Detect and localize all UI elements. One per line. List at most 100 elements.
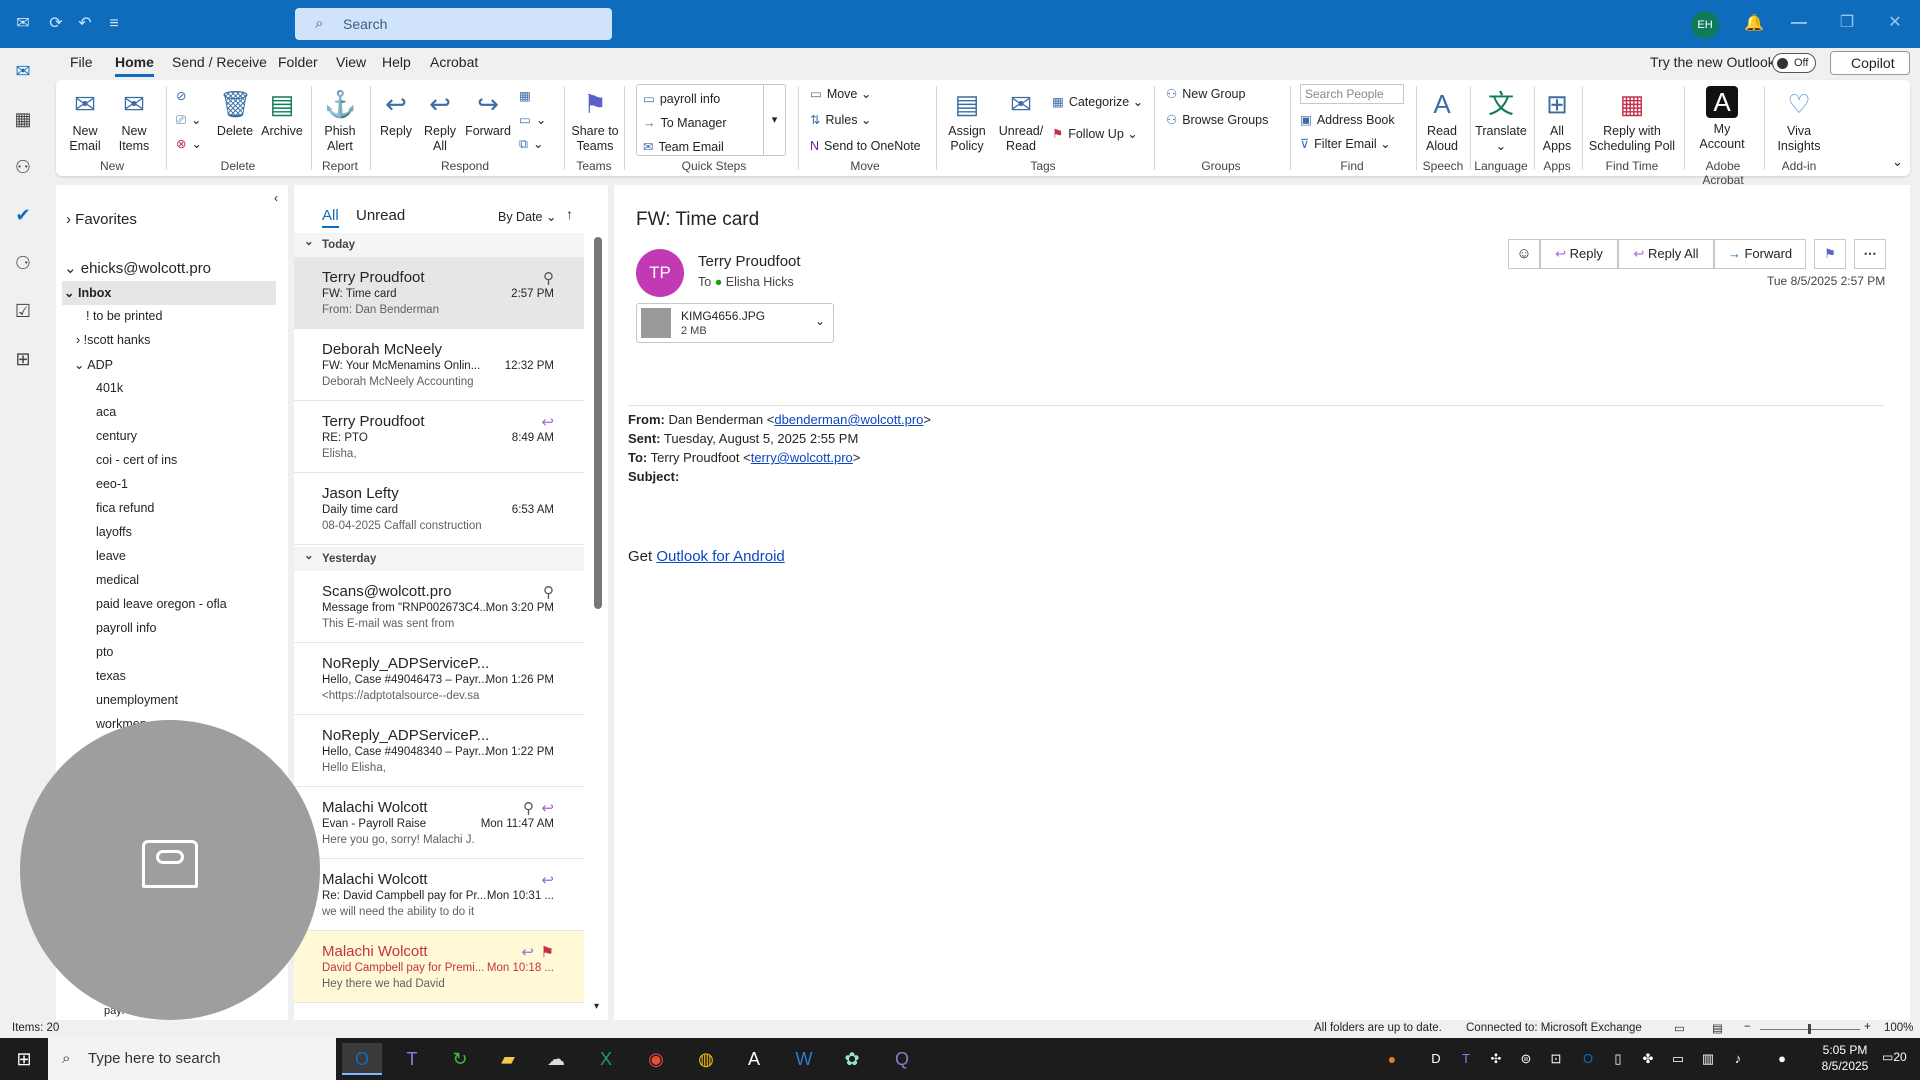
collapse-pane-icon[interactable]: ‹ [274,191,278,205]
tray-teams-icon[interactable]: T [1454,1043,1478,1075]
collapse-ribbon-icon[interactable]: ⌄ [1892,154,1903,170]
folder-item[interactable]: 401k [96,381,123,395]
taskbar-clock[interactable]: 5:05 PM 8/5/2025 [1810,1042,1880,1074]
zoom-in-icon[interactable]: + [1864,1021,1871,1033]
folder-item[interactable]: layoffs [96,525,132,539]
read-aloud-button[interactable]: A Read Aloud [1420,88,1464,154]
notification-center-icon[interactable]: ▭20 [1882,1050,1907,1064]
favorites-header[interactable]: › Favorites [66,211,137,228]
flag-icon[interactable]: ⚑ [541,943,554,961]
undo-icon[interactable]: ↶ [75,14,95,34]
group-header-today[interactable]: Today [294,230,584,257]
list-item[interactable]: Scans@wolcott.pro ⚲ Message from "RNP002… [294,571,584,643]
archive-button[interactable]: ▤ Archive [259,88,305,139]
taskbar-outlook-icon[interactable]: O [342,1043,382,1075]
volume-icon[interactable]: ♪ [1726,1043,1750,1075]
todo-icon[interactable]: ✔ [10,202,36,228]
menu-view[interactable]: View [336,54,366,70]
menu-home[interactable]: Home [115,54,154,77]
folder-item[interactable]: › !scott hanks [76,333,150,347]
zoom-slider-thumb[interactable] [1808,1024,1811,1034]
folder-inbox[interactable]: ⌄ Inbox [62,281,276,305]
send-to-onenote-button[interactable]: N Send to OneNote [810,138,921,154]
tasks-icon[interactable]: ☑ [10,298,36,324]
more-respond-icon[interactable]: ⧉ ⌄ [519,136,543,152]
rules-button[interactable]: ⇅ Rules ⌄ [810,112,871,128]
emoji-reaction-button[interactable]: ☺ [1508,239,1540,269]
reply-all-action-button[interactable]: ↩ Reply All [1618,239,1714,269]
list-item[interactable]: NoReply_ADPServiceP... Hello, Case #4904… [294,643,584,715]
people-icon[interactable]: ⚇ [10,154,36,180]
reply-button[interactable]: ↩ Reply [376,88,416,139]
folder-item[interactable]: unemployment [96,693,178,707]
zoom-out-icon[interactable]: − [1744,1021,1751,1033]
browse-groups-button[interactable]: ⚇ Browse Groups [1166,112,1268,128]
reply-with-scheduling-poll-button[interactable]: ▦ Reply with Scheduling Poll [1586,88,1678,154]
teams-share-button[interactable]: ⚑ [1814,239,1846,269]
tray-icon[interactable]: ✣ [1484,1043,1508,1075]
windows-start-icon[interactable]: ⊞ [4,1043,44,1075]
folder-item[interactable]: pto [96,645,113,659]
group-header-yesterday[interactable]: Yesterday [294,544,584,571]
apps-icon[interactable]: ⊞ [10,346,36,372]
sender-name[interactable]: Terry Proudfoot [698,253,801,270]
message-list-scrollbar[interactable] [594,237,602,609]
reply-action-button[interactable]: ↩ Reply [1540,239,1618,269]
taskbar-excel-icon[interactable]: X [586,1043,626,1075]
zoom-level[interactable]: 100% [1884,1022,1913,1034]
list-item[interactable]: Jason Lefty Daily time card 6:53 AM 08-0… [294,473,584,545]
normal-view-icon[interactable]: ▭ [1674,1021,1685,1035]
taskbar-search-input[interactable]: ⌕ Type here to search [48,1038,336,1080]
search-input[interactable]: ⌕ Search [295,8,612,40]
close-button[interactable]: ✕ [1872,0,1918,48]
tray-icon[interactable]: ✤ [1636,1043,1660,1075]
new-outlook-toggle[interactable]: Off [1772,53,1816,73]
tray-icon[interactable]: ● [1380,1043,1404,1075]
list-item[interactable]: Malachi Wolcott ↩ Re: David Campbell pay… [294,859,584,931]
tab-all[interactable]: All [322,207,339,228]
tray-outlook-icon[interactable]: O [1576,1043,1600,1075]
sort-by-date[interactable]: By Date ⌄ [498,209,556,224]
my-account-button[interactable]: A My Account [1690,86,1754,152]
copilot-button[interactable]: Copilot [1830,51,1910,75]
taskbar-app-icon[interactable]: ◍ [686,1043,726,1075]
share-to-teams-button[interactable]: ⚑ Share to Teams [570,88,620,154]
phish-alert-button[interactable]: ⚓ Phish Alert [318,88,362,154]
list-item[interactable]: Terry Proudfoot ↩ RE: PTO 8:49 AM Elisha… [294,401,584,473]
folder-item[interactable]: aca [96,405,116,419]
tray-icon[interactable]: D [1424,1043,1448,1075]
taskbar-file-explorer-icon[interactable]: ▰ [488,1043,528,1075]
folder-item[interactable]: century [96,429,137,443]
list-item[interactable]: Malachi Wolcott ↩ ⚑ David Campbell pay f… [294,931,584,1003]
taskbar-chrome-icon[interactable]: ◉ [636,1043,676,1075]
list-item[interactable]: Malachi Wolcott ⚲ ↩ Evan - Payroll Raise… [294,787,584,859]
taskbar-teams-icon[interactable]: T [392,1043,432,1075]
network-icon[interactable]: ▥ [1696,1043,1720,1075]
more-actions-button[interactable]: ⋯ [1854,239,1886,269]
list-item[interactable]: Terry Proudfoot ⚲ FW: Time card 2:57 PM … [294,257,584,329]
clean-up-icon[interactable]: ⎚ ⌄ [176,112,202,128]
groups-icon[interactable]: ⚆ [10,250,36,276]
taskbar-app-icon[interactable]: ↻ [440,1043,480,1075]
bell-icon[interactable]: 🔔 [1744,14,1764,34]
folder-item[interactable]: ! to be printed [86,309,162,323]
taskbar-app-icon[interactable]: ☁ [536,1043,576,1075]
customize-qat-icon[interactable]: ≡ [104,14,124,34]
quick-step-payroll-info[interactable]: ▭ payroll info [643,91,720,107]
minimize-button[interactable]: — [1776,0,1822,48]
search-people-input[interactable]: Search People [1300,84,1404,104]
all-apps-button[interactable]: ⊞ All Apps [1538,88,1576,154]
im-icon[interactable]: ▭ ⌄ [519,112,546,128]
quick-steps-more-icon[interactable]: ▾ [763,85,785,155]
mail-icon[interactable]: ✉ [10,58,36,84]
new-items-button[interactable]: ✉ New Items [108,88,160,154]
tray-icon[interactable]: ⊜ [1514,1043,1538,1075]
new-email-button[interactable]: ✉ New Email [62,88,108,154]
attachment-dropdown-icon[interactable]: ⌄ [815,314,825,328]
reply-all-button[interactable]: ↩ Reply All [420,88,460,154]
list-item[interactable]: NoReply_ADPServiceP... Hello, Case #4904… [294,715,584,787]
tab-unread[interactable]: Unread [356,207,405,224]
junk-icon[interactable]: ⊗ ⌄ [176,136,202,152]
menu-folder[interactable]: Folder [278,54,318,70]
follow-up-button[interactable]: ⚑ Follow Up ⌄ [1052,126,1138,142]
